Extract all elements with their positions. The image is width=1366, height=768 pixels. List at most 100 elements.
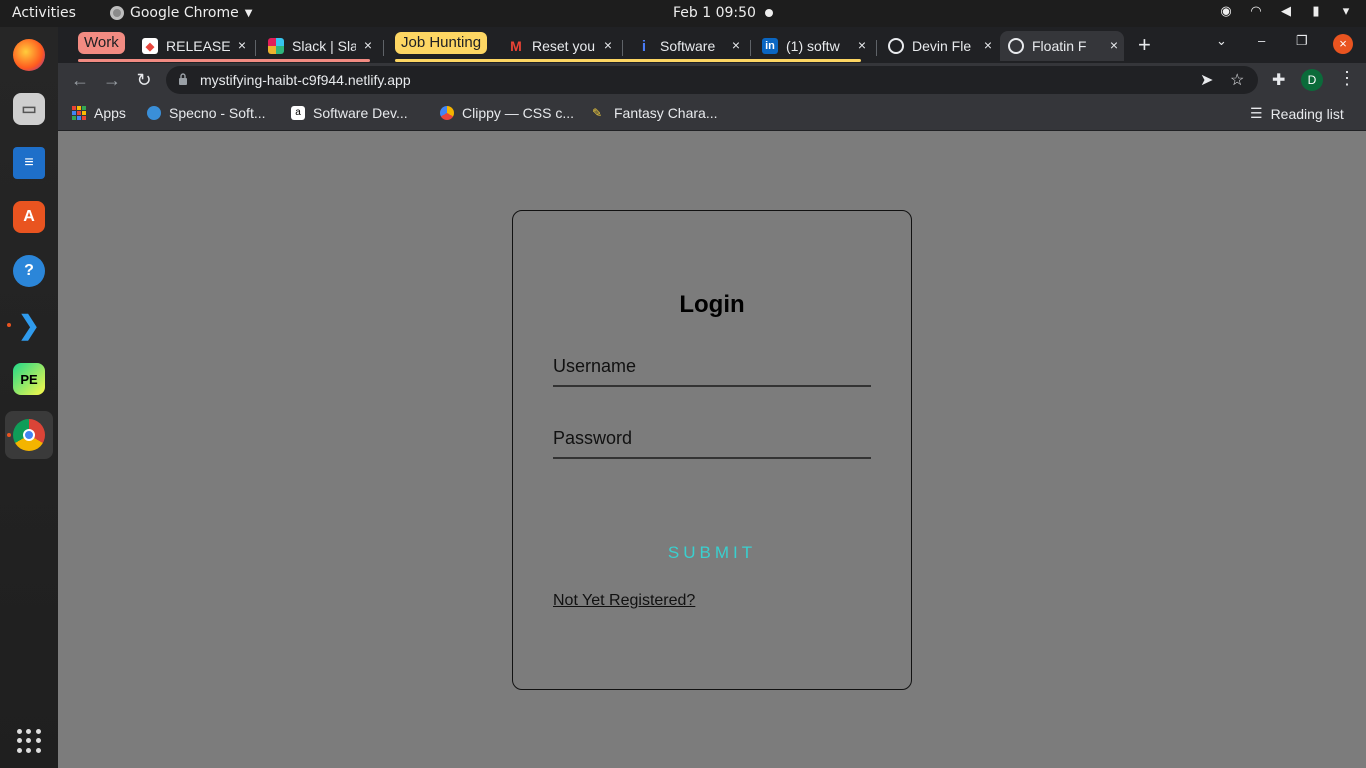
send-icon[interactable]: ➤ xyxy=(1200,70,1213,90)
bookmark-apps[interactable]: Apps xyxy=(72,105,126,121)
tab-separator xyxy=(383,40,384,56)
reading-list-button[interactable]: ☰ Reading list xyxy=(1250,105,1344,122)
close-tab-icon[interactable]: × xyxy=(238,37,246,53)
close-tab-icon[interactable]: × xyxy=(858,37,866,53)
close-tab-icon[interactable]: × xyxy=(732,37,740,53)
forward-arrow-icon[interactable]: → xyxy=(100,68,124,92)
bookmark-software-dev[interactable]: a Software Dev... xyxy=(291,105,408,121)
running-indicator xyxy=(7,433,11,437)
dock-software[interactable]: A xyxy=(5,193,53,241)
chevron-down-icon[interactable]: ▾ xyxy=(1338,4,1354,20)
libreoffice-writer-icon: ≡ xyxy=(13,147,45,179)
tab-linkedin[interactable]: in (1) softw × xyxy=(754,31,872,61)
profile-avatar[interactable]: D xyxy=(1301,69,1323,91)
bookmark-star-icon[interactable]: ☆ xyxy=(1230,70,1244,90)
globe-icon xyxy=(888,38,904,54)
vscode-icon: ❯ xyxy=(18,309,40,340)
app-name: Google Chrome xyxy=(130,5,239,21)
globe-icon xyxy=(1008,38,1024,54)
system-tray[interactable]: ◉ ◠ ◀ ▮ ▾ xyxy=(1218,4,1354,20)
discord-icon[interactable]: ◉ xyxy=(1218,4,1234,20)
apps-grid-icon xyxy=(72,106,86,120)
tab-search-chevron-icon[interactable]: ⌄ xyxy=(1216,33,1227,49)
submit-button[interactable]: SUBMIT xyxy=(633,541,791,565)
register-link[interactable]: Not Yet Registered? xyxy=(553,592,695,610)
tab-software[interactable]: i Software × xyxy=(628,31,746,61)
tab-slack[interactable]: Slack | Sla × xyxy=(260,31,378,61)
volume-icon[interactable]: ◀ xyxy=(1278,4,1294,20)
activities-button[interactable]: Activities xyxy=(12,5,76,21)
app-menu[interactable]: Google Chrome ▼ xyxy=(110,5,252,21)
bookmarks-bar: Apps Specno - Soft... a Software Dev... … xyxy=(58,97,1366,131)
bookmark-specno[interactable]: Specno - Soft... xyxy=(147,105,266,121)
close-tab-icon[interactable]: × xyxy=(604,37,612,53)
window-close-icon[interactable]: × xyxy=(1333,34,1353,54)
show-applications-icon[interactable] xyxy=(17,729,41,753)
dock-chrome[interactable] xyxy=(5,411,53,459)
tab-release[interactable]: ◆ RELEASE × xyxy=(134,31,252,61)
dock-files[interactable]: ▭ xyxy=(5,85,53,133)
login-card: Login SUBMIT Not Yet Registered? xyxy=(512,210,912,690)
caret-down-icon: ▼ xyxy=(244,7,253,19)
indeed-icon: i xyxy=(641,37,647,55)
tab-separator xyxy=(876,40,877,56)
amazon-icon: a xyxy=(291,106,305,120)
tab-separator xyxy=(622,40,623,56)
running-indicator xyxy=(7,323,11,327)
maximize-icon[interactable]: ❐ xyxy=(1296,33,1308,49)
chrome-icon xyxy=(13,419,45,451)
dock-firefox[interactable] xyxy=(5,31,53,79)
clippy-icon xyxy=(440,106,454,120)
chrome-icon xyxy=(110,6,124,20)
more-menu-icon[interactable]: ⋮ xyxy=(1338,68,1356,89)
close-tab-icon[interactable]: × xyxy=(984,37,992,53)
tab-separator xyxy=(750,40,751,56)
page-viewport: Login SUBMIT Not Yet Registered? xyxy=(58,132,1366,768)
pycharm-icon: PE xyxy=(13,363,45,395)
dock-pycharm[interactable]: PE xyxy=(5,355,53,403)
clickup-icon: ◆ xyxy=(142,38,158,54)
close-tab-icon[interactable]: × xyxy=(1110,37,1118,53)
close-tab-icon[interactable]: × xyxy=(364,37,372,53)
extensions-puzzle-icon[interactable]: ✚ xyxy=(1272,70,1285,90)
dock: ▭ ≡ A ? ❯ PE xyxy=(0,27,58,768)
username-input[interactable] xyxy=(553,347,871,387)
tab-strip: Work ◆ RELEASE × Slack | Sla × Job Hunti… xyxy=(58,27,1366,63)
gmail-icon: M xyxy=(510,38,522,54)
reading-list-icon: ☰ xyxy=(1250,105,1263,121)
firefox-icon xyxy=(13,39,45,71)
address-bar[interactable]: mystifying-haibt-c9f944.netlify.app ➤ ☆ xyxy=(166,66,1258,94)
help-icon: ? xyxy=(13,255,45,287)
minimize-icon[interactable]: – xyxy=(1258,33,1265,48)
clock[interactable]: Feb 1 09:50 xyxy=(673,5,756,21)
tab-group-work[interactable]: Work xyxy=(78,32,125,54)
new-tab-icon[interactable]: + xyxy=(1138,32,1151,58)
pencil-icon: ✎ xyxy=(592,106,603,120)
dock-vscode[interactable]: ❯ xyxy=(5,301,53,349)
tab-separator xyxy=(255,40,256,56)
tab-gmail[interactable]: M Reset you × xyxy=(500,31,618,61)
lock-icon xyxy=(179,73,187,85)
specno-icon xyxy=(147,106,161,120)
notification-dot-icon xyxy=(765,9,773,17)
login-title: Login xyxy=(679,291,745,318)
dock-help[interactable]: ? xyxy=(5,247,53,295)
back-arrow-icon[interactable]: ← xyxy=(68,68,92,92)
bookmark-clippy[interactable]: Clippy — CSS c... xyxy=(440,105,574,121)
password-input[interactable] xyxy=(553,419,871,459)
bookmark-fantasy[interactable]: ✎ Fantasy Chara... xyxy=(592,105,718,121)
tab-group-job-hunting[interactable]: Job Hunting xyxy=(395,32,488,54)
dock-writer[interactable]: ≡ xyxy=(5,139,53,187)
battery-icon[interactable]: ▮ xyxy=(1308,4,1324,20)
tab-floatin-active[interactable]: Floatin F × xyxy=(1000,31,1124,61)
url-text: mystifying-haibt-c9f944.netlify.app xyxy=(200,72,411,88)
system-top-bar: Activities Google Chrome ▼ Feb 1 09:50 ◉… xyxy=(0,0,1366,27)
linkedin-icon: in xyxy=(762,38,778,54)
wifi-icon[interactable]: ◠ xyxy=(1248,4,1264,20)
reload-icon[interactable]: ↻ xyxy=(132,68,156,92)
files-icon: ▭ xyxy=(13,93,45,125)
tab-devin[interactable]: Devin Fle × xyxy=(880,31,998,61)
ubuntu-software-icon: A xyxy=(13,201,45,233)
slack-icon xyxy=(268,38,284,54)
browser-toolbar: ← → ↻ mystifying-haibt-c9f944.netlify.ap… xyxy=(58,63,1366,97)
